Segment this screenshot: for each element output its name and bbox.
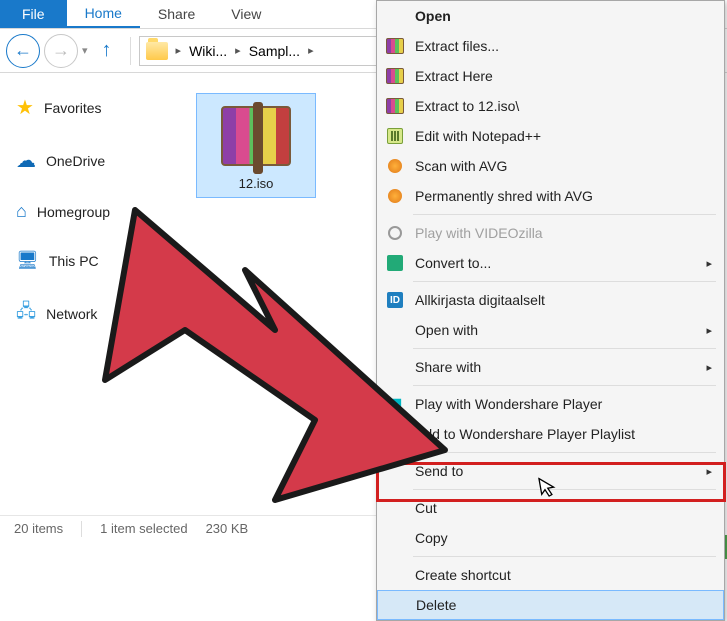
nav-forward-button: →	[44, 34, 78, 68]
wondershare-icon: ◥	[385, 394, 405, 414]
ctx-open-with[interactable]: Open with▸	[377, 315, 724, 345]
homegroup-icon: ⌂	[16, 201, 27, 222]
sidebar-label: Network	[46, 306, 97, 322]
sidebar-label: This PC	[49, 253, 99, 269]
submenu-arrow-icon: ▸	[706, 257, 712, 270]
separator	[413, 281, 716, 282]
file-tab[interactable]: File	[0, 0, 67, 28]
folder-icon	[146, 42, 168, 60]
avg-icon	[388, 159, 402, 173]
separator	[81, 521, 82, 537]
status-selected-count: 1 item selected	[100, 521, 187, 536]
convert-icon	[387, 255, 403, 271]
status-selected-size: 230 KB	[206, 521, 249, 536]
avg-icon	[388, 189, 402, 203]
sidebar-onedrive[interactable]: ☁ OneDrive	[10, 138, 180, 191]
nav-sidebar: ★ Favorites ☁ OneDrive ⌂ Homegroup 🖥 Thi…	[0, 73, 190, 529]
sidebar-network[interactable]: 🖧 Network	[10, 289, 180, 347]
ctx-create-shortcut[interactable]: Create shortcut	[377, 560, 724, 590]
sidebar-label: Homegroup	[37, 204, 110, 220]
ctx-convert-to[interactable]: Convert to...▸	[377, 248, 724, 278]
ctx-copy[interactable]: Copy	[377, 523, 724, 553]
sidebar-thispc[interactable]: 🖥 This PC	[10, 240, 180, 289]
videozilla-icon	[388, 226, 402, 240]
ctx-shred-avg[interactable]: Permanently shred with AVG	[377, 181, 724, 211]
ctx-add-wondershare-playlist[interactable]: Add to Wondershare Player Playlist	[377, 419, 724, 449]
separator	[130, 37, 131, 65]
submenu-arrow-icon: ▸	[706, 361, 712, 374]
submenu-arrow-icon: ▸	[706, 465, 712, 478]
sidebar-label: Favorites	[44, 100, 102, 116]
notepadpp-icon	[387, 128, 403, 144]
status-bar: 20 items 1 item selected 230 KB	[0, 515, 380, 541]
context-menu: Open Extract files... Extract Here Extra…	[376, 0, 725, 621]
ctx-delete[interactable]: Delete	[377, 590, 724, 620]
separator	[413, 489, 716, 490]
separator	[413, 214, 716, 215]
ctx-play-wondershare[interactable]: ◥Play with Wondershare Player	[377, 389, 724, 419]
breadcrumb-segment[interactable]: Wiki...	[189, 43, 227, 59]
winrar-icon	[386, 38, 404, 54]
nav-back-button[interactable]: ←	[6, 34, 40, 68]
sidebar-favorites[interactable]: ★ Favorites	[10, 85, 180, 138]
chevron-right-icon[interactable]: ▸	[235, 44, 241, 57]
breadcrumb-segment[interactable]: Sampl...	[249, 43, 300, 59]
ctx-open[interactable]: Open	[377, 1, 724, 31]
ctx-share-with[interactable]: Share with▸	[377, 352, 724, 382]
separator	[413, 385, 716, 386]
cloud-icon: ☁	[16, 148, 36, 173]
ctx-extract-files[interactable]: Extract files...	[377, 31, 724, 61]
sidebar-homegroup[interactable]: ⌂ Homegroup	[10, 191, 180, 240]
chevron-right-icon[interactable]: ▸	[176, 44, 182, 57]
separator	[413, 348, 716, 349]
ctx-allkirjasta[interactable]: IDAllkirjasta digitaalselt	[377, 285, 724, 315]
sidebar-label: OneDrive	[46, 153, 105, 169]
ctx-extract-to[interactable]: Extract to 12.iso\	[377, 91, 724, 121]
network-icon: 🖧	[16, 299, 36, 329]
chevron-right-icon[interactable]: ▸	[308, 44, 314, 57]
digidoc-icon: ID	[387, 292, 403, 308]
file-item-selected[interactable]: 12.iso	[196, 93, 316, 198]
tab-view[interactable]: View	[213, 0, 279, 28]
ctx-videozilla: Play with VIDEOzilla	[377, 218, 724, 248]
winrar-archive-icon	[221, 106, 291, 166]
ctx-extract-here[interactable]: Extract Here	[377, 61, 724, 91]
separator	[413, 556, 716, 557]
ctx-scan-avg[interactable]: Scan with AVG	[377, 151, 724, 181]
tab-share[interactable]: Share	[140, 0, 213, 28]
ctx-edit-notepadpp[interactable]: Edit with Notepad++	[377, 121, 724, 151]
winrar-icon	[386, 98, 404, 114]
separator	[413, 452, 716, 453]
submenu-arrow-icon: ▸	[706, 324, 712, 337]
pc-icon: 🖥	[16, 250, 39, 271]
winrar-icon	[386, 68, 404, 84]
nav-up-button[interactable]: ↑	[92, 34, 122, 68]
nav-history-dropdown[interactable]: ▾	[82, 44, 88, 57]
status-item-count: 20 items	[14, 521, 63, 536]
tab-home[interactable]: Home	[67, 0, 140, 28]
star-icon: ★	[16, 95, 34, 120]
file-name-label: 12.iso	[203, 176, 309, 191]
